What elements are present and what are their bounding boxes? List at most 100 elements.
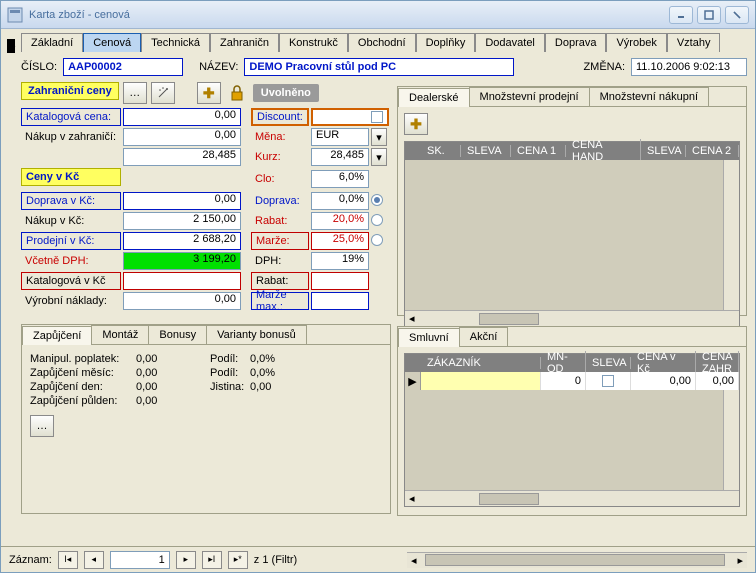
rabat2-input[interactable] [311, 272, 369, 290]
contract-grid-header: ZÁKAZNÍK MN-OD SLEVA CENA v Kč CENA ZAHR [405, 354, 739, 372]
lbl-podil1: Podíl: [210, 353, 248, 365]
nav-prev[interactable]: ◂ [84, 551, 104, 569]
tab-doplnky[interactable]: Doplňky [416, 33, 476, 52]
dealer-add-button[interactable]: ✚ [404, 113, 428, 135]
contract-scroll-h[interactable]: ◂ [405, 490, 739, 506]
main-tabs: Základní Cenová Technická Zahraničn Kons… [21, 33, 747, 52]
mena-combo[interactable]: EUR [311, 128, 369, 146]
discount-input[interactable] [311, 108, 389, 126]
tab-konstrukcni[interactable]: Konstrukč [279, 33, 348, 52]
vyrobni-naklady-input[interactable]: 0,00 [123, 292, 241, 310]
doprava-pct-input[interactable]: 0,0% [311, 192, 369, 210]
cislo-label: ČÍSLO: [21, 61, 57, 73]
katalogova-cena-input[interactable]: 0,00 [123, 108, 241, 126]
add-button[interactable]: ✚ [197, 82, 221, 104]
contract-grid-body[interactable] [405, 390, 739, 490]
record-total: z 1 (Filtr) [254, 554, 297, 566]
rabat-radio[interactable] [371, 214, 383, 226]
wand-button[interactable] [151, 82, 175, 104]
tab-bonusy[interactable]: Bonusy [148, 325, 207, 344]
sleva-checkbox[interactable] [602, 375, 614, 387]
nav-last[interactable]: ▸I [202, 551, 222, 569]
kurz-input[interactable]: 28,485 [311, 148, 369, 166]
more-button[interactable]: … [123, 82, 147, 104]
lbl-zap-mesic: Zapůjčení měsíc: [30, 367, 134, 379]
tab-obchodni[interactable]: Obchodní [348, 33, 416, 52]
marze-radio[interactable] [371, 234, 383, 246]
tab-zapujceni[interactable]: Zapůjčení [22, 326, 92, 345]
tab-dodavatel[interactable]: Dodavatel [475, 33, 545, 52]
tab-dealerske[interactable]: Dealerské [398, 88, 470, 107]
marze-input[interactable]: 25,0% [311, 232, 369, 250]
tab-vyrobek[interactable]: Výrobek [606, 33, 666, 52]
jistina-input[interactable]: 0,00 [250, 381, 302, 393]
nav-next[interactable]: ▸ [176, 551, 196, 569]
minimize-button[interactable] [669, 6, 693, 24]
app-icon [7, 7, 23, 23]
tab-zakladni[interactable]: Základní [21, 33, 83, 52]
nazev-field[interactable]: DEMO Pracovní stůl pod PC [244, 58, 514, 76]
maximize-button[interactable] [697, 6, 721, 24]
tab-technicka[interactable]: Technická [141, 33, 210, 52]
vcetne-dph-input[interactable]: 3 199,20 [123, 252, 241, 270]
price-form: Katalogová cena: 0,00 Discount: Nákup v … [21, 108, 391, 310]
nav-new[interactable]: ▸* [228, 551, 248, 569]
tab-cenova[interactable]: Cenová [83, 33, 141, 52]
record-selector[interactable]: ▶ [7, 39, 15, 53]
zap-pulden-input[interactable]: 0,00 [136, 395, 202, 407]
katalogova-kc-input[interactable] [123, 272, 241, 290]
contract-grid-row[interactable]: ▶ 0 0,00 0,00 [405, 372, 739, 390]
tab-smluvni[interactable]: Smluvní [398, 328, 460, 347]
main-scroll-h[interactable]: ◂▸ [407, 552, 747, 568]
clo-input[interactable]: 6,0% [311, 170, 369, 188]
podil2-input[interactable]: 0,0% [250, 367, 302, 379]
dealer-grid-body[interactable] [405, 160, 739, 310]
tab-doprava[interactable]: Doprava [545, 33, 607, 52]
lbl-katalogova-kc: Katalogová v Kč [21, 272, 121, 290]
tab-mnoz-nakupni[interactable]: Množstevní nákupní [589, 87, 709, 106]
zaznam-label: Záznam: [9, 554, 52, 566]
nakup-zahr-input[interactable]: 0,00 [123, 128, 241, 146]
kurz-spinner[interactable]: ▾ [371, 148, 387, 166]
marze-max-input[interactable] [311, 292, 369, 310]
close-button[interactable] [725, 6, 749, 24]
podil1-input[interactable]: 0,0% [250, 353, 302, 365]
lbl-nakup-kc: Nákup v Kč: [21, 212, 121, 230]
tab-mnoz-prodejni[interactable]: Množstevní prodejní [469, 87, 590, 106]
record-pos[interactable]: 1 [110, 551, 170, 569]
lbl-jistina: Jistina: [210, 381, 248, 393]
tab-zahranicni[interactable]: Zahraničn [210, 33, 279, 52]
prodejni-kc-input[interactable]: 2 688,20 [123, 232, 241, 250]
lbl-doprava-pct: Doprava: [251, 192, 309, 210]
lbl-clo: Clo: [251, 170, 309, 188]
manipul-popl-input[interactable]: 0,00 [136, 353, 202, 365]
lock-icon [225, 82, 249, 104]
tab-montaz[interactable]: Montáž [91, 325, 149, 344]
rabat-input[interactable]: 20,0% [311, 212, 369, 230]
nakup-kc-input[interactable]: 2 150,00 [123, 212, 241, 230]
doprava-radio[interactable] [371, 194, 383, 206]
dealer-scroll-v[interactable] [723, 160, 739, 310]
dealer-scroll-h[interactable]: ◂ [405, 310, 739, 326]
tab-vztahy[interactable]: Vztahy [667, 33, 721, 52]
mena-dropdown-button[interactable]: ▾ [371, 128, 387, 146]
sleva-cell [586, 372, 631, 390]
tab-akcni[interactable]: Akční [459, 327, 509, 346]
zap-mesic-input[interactable]: 0,00 [136, 367, 202, 379]
dph-input[interactable]: 19% [311, 252, 369, 270]
tab-varianty-bonusu[interactable]: Varianty bonusů [206, 325, 307, 344]
lbl-rabat2: Rabat: [251, 272, 309, 290]
lbl-dph: DPH: [251, 252, 309, 270]
section-ceny-kc: Ceny v Kč [21, 168, 121, 186]
zap-den-input[interactable]: 0,00 [136, 381, 202, 393]
contract-scroll-v[interactable] [723, 390, 739, 490]
nav-first[interactable]: I◂ [58, 551, 78, 569]
loan-more-button[interactable]: … [30, 415, 54, 437]
discount-checkbox[interactable] [371, 111, 383, 123]
section-foreign-prices: Zahraniční ceny [21, 82, 119, 100]
nazev-label: NÁZEV: [199, 61, 238, 73]
lbl-mena: Měna: [251, 128, 309, 146]
doprava-kc-input[interactable]: 0,00 [123, 192, 241, 210]
cislo-field[interactable]: AAP00002 [63, 58, 183, 76]
lbl-katalogova-cena: Katalogová cena: [21, 108, 121, 126]
